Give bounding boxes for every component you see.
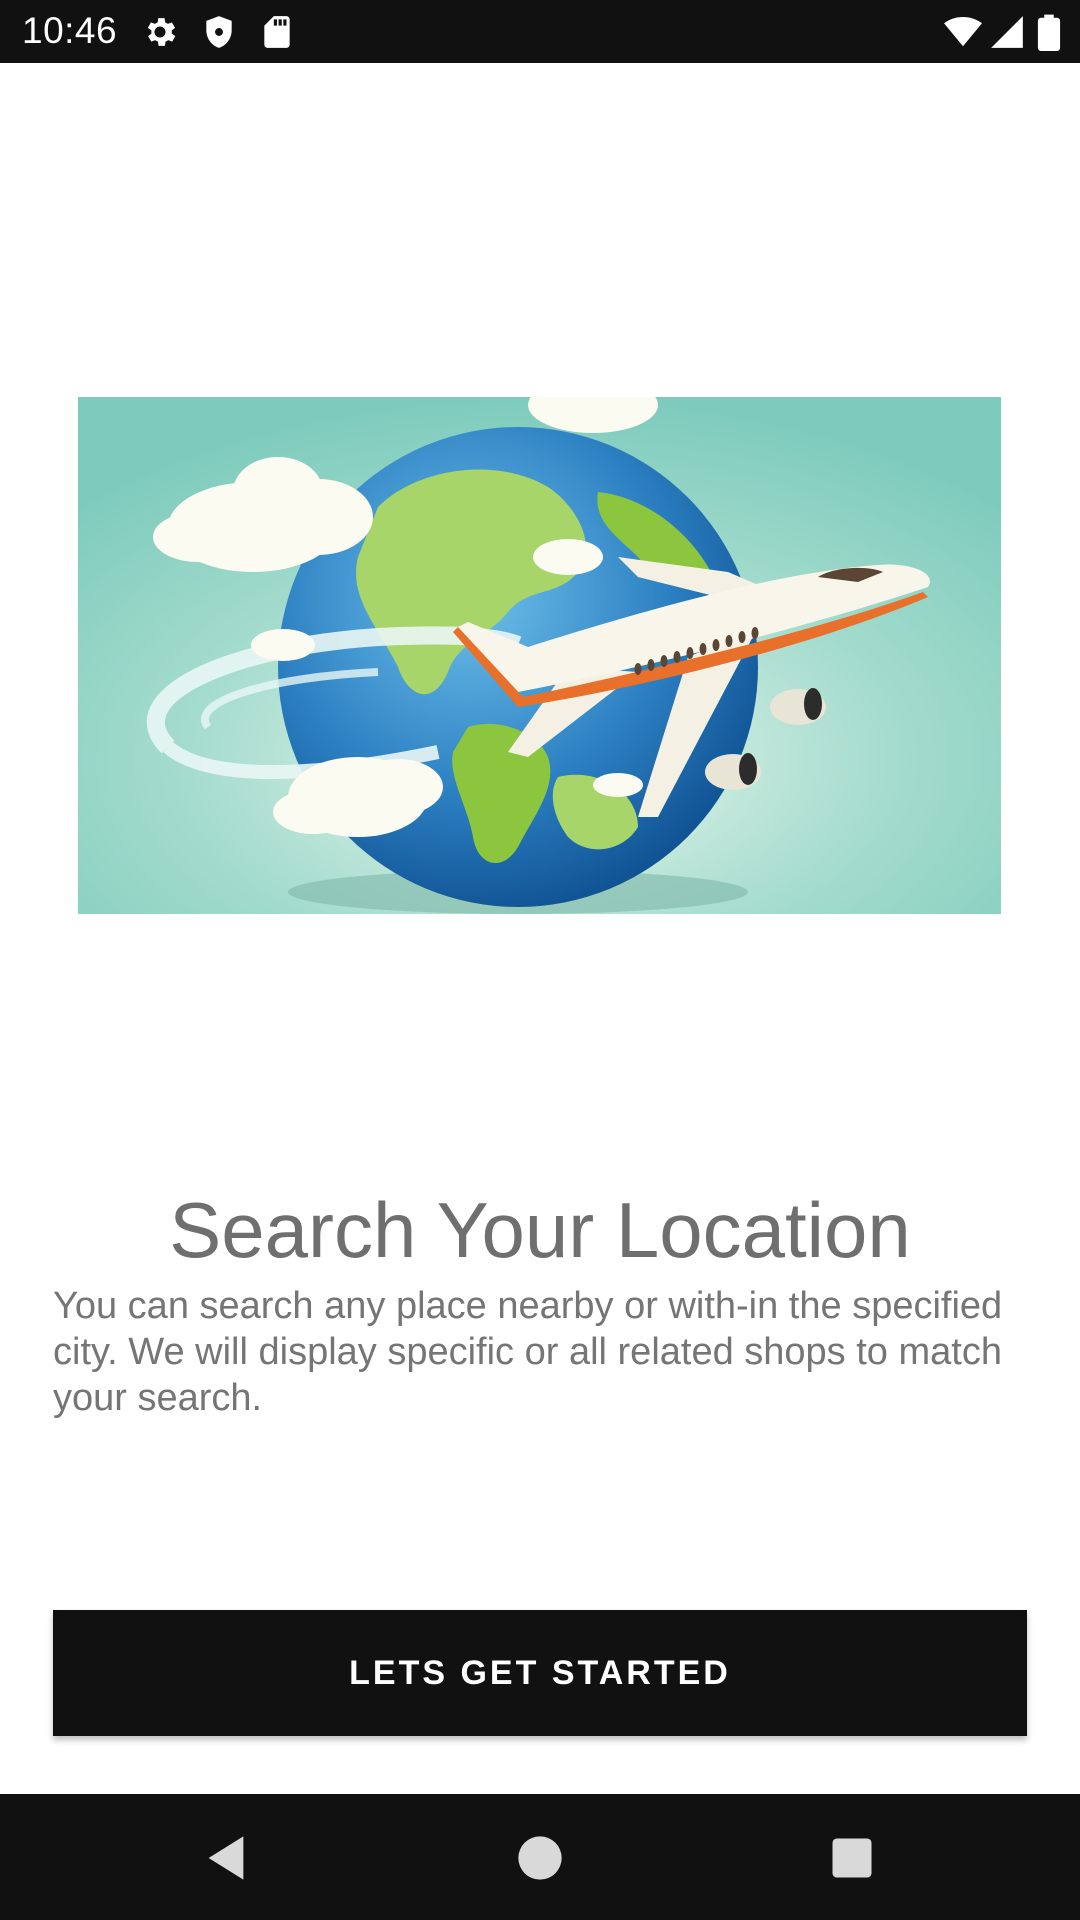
- hero-illustration: [78, 397, 1001, 914]
- page-title: Search Your Location: [169, 1186, 911, 1274]
- home-icon[interactable]: [514, 1832, 566, 1884]
- battery-icon: [1037, 14, 1061, 51]
- sd-card-icon: [264, 16, 290, 48]
- shield-icon: [206, 16, 232, 48]
- back-icon[interactable]: [200, 1832, 252, 1884]
- lets-get-started-button[interactable]: LETS GET STARTED: [53, 1610, 1027, 1736]
- status-bar: 10:46: [0, 0, 1080, 63]
- navigation-bar: [0, 1794, 1080, 1920]
- recents-icon[interactable]: [826, 1832, 878, 1884]
- wifi-icon: [944, 16, 982, 47]
- globe-airplane-illustration: [78, 397, 1001, 914]
- status-time: 10:46: [22, 10, 118, 51]
- cell-signal-icon: [991, 16, 1023, 48]
- description-text: You can search any place nearby or with-…: [53, 1285, 1003, 1419]
- gear-icon: [147, 18, 176, 46]
